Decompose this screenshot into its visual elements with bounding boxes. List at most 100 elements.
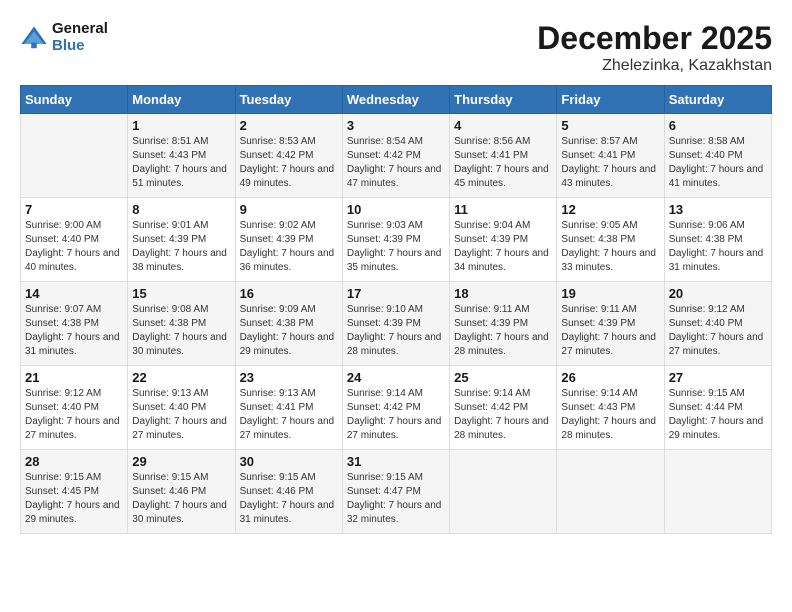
column-header-tuesday: Tuesday — [235, 86, 342, 114]
day-number: 22 — [132, 370, 230, 385]
day-number: 17 — [347, 286, 445, 301]
day-number: 7 — [25, 202, 123, 217]
calendar-cell: 10 Sunrise: 9:03 AMSunset: 4:39 PMDayligh… — [342, 198, 449, 282]
calendar-cell — [664, 450, 771, 534]
day-number: 1 — [132, 118, 230, 133]
calendar-cell: 17 Sunrise: 9:10 AMSunset: 4:39 PMDayligh… — [342, 282, 449, 366]
day-info: Sunrise: 9:08 AMSunset: 4:38 PMDaylight:… — [132, 303, 230, 359]
day-number: 3 — [347, 118, 445, 133]
calendar-cell: 12 Sunrise: 9:05 AMSunset: 4:38 PMDayligh… — [557, 198, 664, 282]
calendar-cell: 13Sunrise: 9:06 AMSunset: 4:38 PMDayligh… — [664, 198, 771, 282]
day-number: 18 — [454, 286, 552, 301]
day-number: 2 — [240, 118, 338, 133]
day-number: 20 — [669, 286, 767, 301]
day-number: 4 — [454, 118, 552, 133]
calendar-cell: 5 Sunrise: 8:57 AMSunset: 4:41 PMDaylight… — [557, 114, 664, 198]
day-info: Sunrise: 9:07 AMSunset: 4:38 PMDaylight:… — [25, 303, 123, 359]
day-number: 14 — [25, 286, 123, 301]
calendar-cell: 14 Sunrise: 9:07 AMSunset: 4:38 PMDayligh… — [21, 282, 128, 366]
day-info: Sunrise: 8:57 AMSunset: 4:41 PMDaylight:… — [561, 135, 659, 191]
day-number: 25 — [454, 370, 552, 385]
calendar-cell: 27Sunrise: 9:15 AMSunset: 4:44 PMDayligh… — [664, 366, 771, 450]
day-info: Sunrise: 9:12 AMSunset: 4:40 PMDaylight:… — [25, 387, 123, 443]
day-info: Sunrise: 9:14 AMSunset: 4:42 PMDaylight:… — [454, 387, 552, 443]
day-info: Sunrise: 8:53 AMSunset: 4:42 PMDaylight:… — [240, 135, 338, 191]
day-number: 30 — [240, 454, 338, 469]
day-info: Sunrise: 9:15 AMSunset: 4:46 PMDaylight:… — [132, 471, 230, 527]
column-header-saturday: Saturday — [664, 86, 771, 114]
calendar-cell: 26 Sunrise: 9:14 AMSunset: 4:43 PMDayligh… — [557, 366, 664, 450]
day-number: 10 — [347, 202, 445, 217]
month-title: December 2025 — [537, 20, 772, 57]
day-number: 24 — [347, 370, 445, 385]
day-info: Sunrise: 9:11 AMSunset: 4:39 PMDaylight:… — [561, 303, 659, 359]
logo-text: General Blue — [52, 20, 108, 54]
calendar-cell: 22 Sunrise: 9:13 AMSunset: 4:40 PMDayligh… — [128, 366, 235, 450]
day-number: 8 — [132, 202, 230, 217]
day-info: Sunrise: 8:54 AMSunset: 4:42 PMDaylight:… — [347, 135, 445, 191]
day-number: 21 — [25, 370, 123, 385]
calendar-cell: 6 Sunrise: 8:58 AMSunset: 4:40 PMDaylight… — [664, 114, 771, 198]
column-header-wednesday: Wednesday — [342, 86, 449, 114]
day-number: 16 — [240, 286, 338, 301]
calendar-week-2: 7 Sunrise: 9:00 AMSunset: 4:40 PMDaylight… — [21, 198, 772, 282]
day-info: Sunrise: 9:10 AMSunset: 4:39 PMDaylight:… — [347, 303, 445, 359]
day-info: Sunrise: 9:03 AMSunset: 4:39 PMDaylight:… — [347, 219, 445, 275]
day-number: 31 — [347, 454, 445, 469]
day-number: 26 — [561, 370, 659, 385]
day-info: Sunrise: 9:06 AMSunset: 4:38 PMDaylight:… — [669, 219, 767, 275]
day-number: 23 — [240, 370, 338, 385]
calendar-cell: 25 Sunrise: 9:14 AMSunset: 4:42 PMDayligh… — [450, 366, 557, 450]
day-info: Sunrise: 9:14 AMSunset: 4:43 PMDaylight:… — [561, 387, 659, 443]
calendar-cell: 15Sunrise: 9:08 AMSunset: 4:38 PMDayligh… — [128, 282, 235, 366]
calendar-cell: 4 Sunrise: 8:56 AMSunset: 4:41 PMDaylight… — [450, 114, 557, 198]
calendar-cell: 3 Sunrise: 8:54 AMSunset: 4:42 PMDaylight… — [342, 114, 449, 198]
day-info: Sunrise: 9:15 AMSunset: 4:44 PMDaylight:… — [669, 387, 767, 443]
day-number: 28 — [25, 454, 123, 469]
day-info: Sunrise: 9:01 AMSunset: 4:39 PMDaylight:… — [132, 219, 230, 275]
day-number: 6 — [669, 118, 767, 133]
calendar-cell: 18 Sunrise: 9:11 AMSunset: 4:39 PMDayligh… — [450, 282, 557, 366]
calendar-cell — [21, 114, 128, 198]
calendar-cell: 30Sunrise: 9:15 AMSunset: 4:46 PMDayligh… — [235, 450, 342, 534]
location: Zhelezinka, Kazakhstan — [537, 57, 772, 75]
calendar-cell: 7 Sunrise: 9:00 AMSunset: 4:40 PMDaylight… — [21, 198, 128, 282]
calendar-cell: 9 Sunrise: 9:02 AMSunset: 4:39 PMDaylight… — [235, 198, 342, 282]
calendar-cell — [557, 450, 664, 534]
day-number: 29 — [132, 454, 230, 469]
day-info: Sunrise: 9:05 AMSunset: 4:38 PMDaylight:… — [561, 219, 659, 275]
day-info: Sunrise: 9:15 AMSunset: 4:47 PMDaylight:… — [347, 471, 445, 527]
day-number: 12 — [561, 202, 659, 217]
calendar-cell: 8 Sunrise: 9:01 AMSunset: 4:39 PMDaylight… — [128, 198, 235, 282]
day-number: 11 — [454, 202, 552, 217]
title-block: December 2025 Zhelezinka, Kazakhstan — [537, 20, 772, 75]
column-header-sunday: Sunday — [21, 86, 128, 114]
calendar-week-1: 1Sunrise: 8:51 AMSunset: 4:43 PMDaylight… — [21, 114, 772, 198]
calendar-week-5: 28 Sunrise: 9:15 AMSunset: 4:45 PMDayligh… — [21, 450, 772, 534]
day-info: Sunrise: 8:56 AMSunset: 4:41 PMDaylight:… — [454, 135, 552, 191]
calendar-cell: 31 Sunrise: 9:15 AMSunset: 4:47 PMDayligh… — [342, 450, 449, 534]
day-number: 19 — [561, 286, 659, 301]
day-info: Sunrise: 9:04 AMSunset: 4:39 PMDaylight:… — [454, 219, 552, 275]
calendar-cell: 11 Sunrise: 9:04 AMSunset: 4:39 PMDayligh… — [450, 198, 557, 282]
calendar-cell: 19 Sunrise: 9:11 AMSunset: 4:39 PMDayligh… — [557, 282, 664, 366]
day-info: Sunrise: 8:58 AMSunset: 4:40 PMDaylight:… — [669, 135, 767, 191]
day-info: Sunrise: 9:13 AMSunset: 4:40 PMDaylight:… — [132, 387, 230, 443]
day-info: Sunrise: 9:11 AMSunset: 4:39 PMDaylight:… — [454, 303, 552, 359]
day-info: Sunrise: 9:15 AMSunset: 4:45 PMDaylight:… — [25, 471, 123, 527]
calendar-cell: 29 Sunrise: 9:15 AMSunset: 4:46 PMDayligh… — [128, 450, 235, 534]
calendar-cell — [450, 450, 557, 534]
calendar-week-4: 21 Sunrise: 9:12 AMSunset: 4:40 PMDayligh… — [21, 366, 772, 450]
day-number: 5 — [561, 118, 659, 133]
calendar-cell: 28 Sunrise: 9:15 AMSunset: 4:45 PMDayligh… — [21, 450, 128, 534]
calendar-header-row: SundayMondayTuesdayWednesdayThursdayFrid… — [21, 86, 772, 114]
calendar-cell: 2 Sunrise: 8:53 AMSunset: 4:42 PMDaylight… — [235, 114, 342, 198]
day-info: Sunrise: 9:09 AMSunset: 4:38 PMDaylight:… — [240, 303, 338, 359]
logo: General Blue — [20, 20, 108, 54]
logo-icon — [20, 23, 48, 51]
column-header-thursday: Thursday — [450, 86, 557, 114]
column-header-friday: Friday — [557, 86, 664, 114]
day-info: Sunrise: 9:02 AMSunset: 4:39 PMDaylight:… — [240, 219, 338, 275]
day-number: 9 — [240, 202, 338, 217]
day-info: Sunrise: 9:00 AMSunset: 4:40 PMDaylight:… — [25, 219, 123, 275]
